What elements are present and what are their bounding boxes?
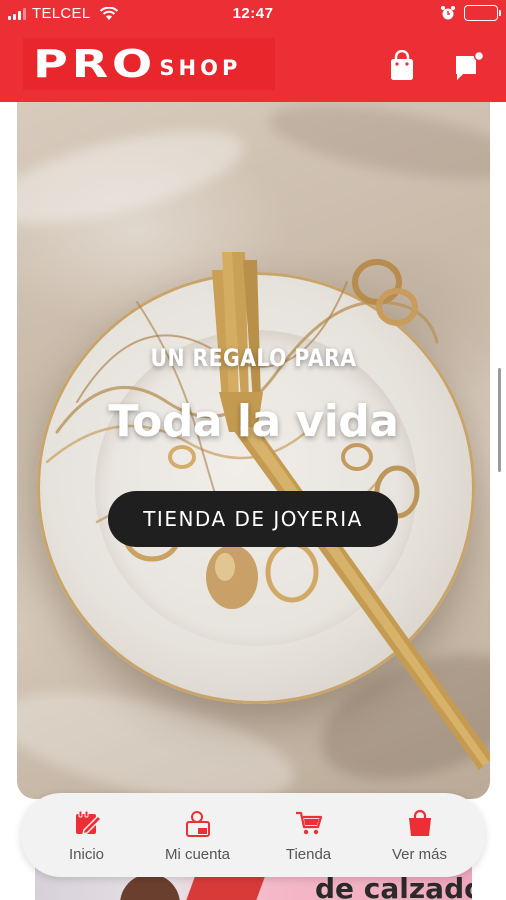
tab-ver-mas[interactable]: Ver más bbox=[365, 808, 475, 863]
shopping-bag-button[interactable] bbox=[387, 49, 417, 82]
messages-button[interactable] bbox=[454, 50, 485, 82]
chat-notification-icon bbox=[456, 50, 485, 80]
status-bar: TELCEL 12:47 bbox=[0, 0, 506, 28]
hero-title: Toda la vida bbox=[108, 396, 399, 447]
account-icon bbox=[185, 810, 210, 837]
app-header: PRO SHOP bbox=[0, 28, 506, 102]
tab-label: Mi cuenta bbox=[164, 845, 231, 863]
home-notepad-icon bbox=[75, 810, 102, 835]
tab-mi-cuenta[interactable]: Mi cuenta bbox=[143, 808, 253, 863]
jewelry-store-button[interactable]: TIENDA DE JOYERIA bbox=[108, 491, 398, 547]
battery-icon bbox=[464, 5, 501, 21]
tab-label: Ver más bbox=[391, 845, 448, 863]
tab-inicio[interactable]: Inicio bbox=[32, 808, 142, 863]
tab-tienda[interactable]: Tienda bbox=[254, 808, 364, 863]
shopping-bag-icon bbox=[391, 49, 413, 80]
bottom-tab-bar: Inicio Mi cuenta Tienda Ver más bbox=[21, 793, 485, 877]
logo-secondary: SHOP bbox=[159, 56, 242, 80]
tab-label: Inicio bbox=[68, 845, 105, 863]
status-time: 12:47 bbox=[232, 5, 274, 22]
cart-icon bbox=[295, 811, 322, 834]
banner-photo bbox=[120, 874, 180, 900]
hero-banner[interactable]: UN REGALO PARA Toda la vida TIENDA DE JO… bbox=[17, 102, 490, 799]
hero-kicker: UN REGALO PARA bbox=[150, 344, 357, 372]
logo-primary: PRO bbox=[33, 42, 157, 86]
status-right bbox=[440, 5, 501, 21]
bag-icon bbox=[408, 809, 431, 836]
proshop-logo[interactable]: PRO SHOP bbox=[23, 38, 275, 90]
jewelry-illustration bbox=[45, 252, 490, 770]
alarm-icon bbox=[441, 6, 455, 20]
scroll-indicator[interactable] bbox=[498, 368, 501, 472]
tab-label: Tienda bbox=[285, 845, 332, 863]
